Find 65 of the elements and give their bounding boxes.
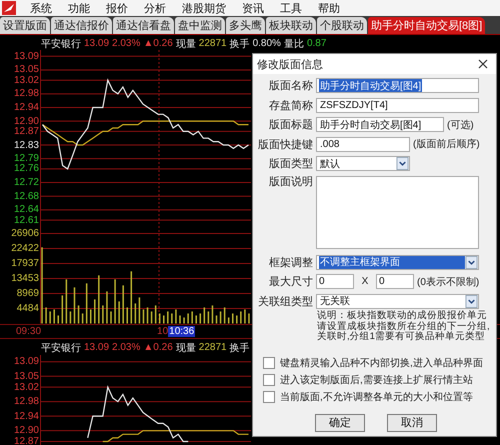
- axis-label: 13453: [11, 272, 39, 286]
- axis-label: 13.09: [14, 50, 39, 63]
- quote-text: 13.09: [84, 342, 110, 354]
- axis-label: 12.90: [14, 424, 39, 437]
- quote-text: 0.87: [306, 38, 326, 49]
- axis-label: 13.02: [14, 380, 39, 394]
- quote-text: 平安银行: [41, 38, 81, 50]
- field-label: 最大尺寸: [268, 275, 313, 290]
- field-label: 框架调整: [268, 256, 313, 270]
- quote-text: 22871: [198, 342, 227, 354]
- axis-label: 12.98: [14, 87, 39, 100]
- field-label: 存盘简称: [268, 98, 313, 113]
- axis-label: 12.76: [14, 162, 39, 176]
- axis-label: 22422: [11, 242, 39, 256]
- quote-text: 量比: [284, 38, 304, 50]
- note-text: 说明：板块指数联动的成份股报价单元 请设置成板块指数所在分组的下一分组, 关联时,分组1需要有可换品种单元类型: [317, 311, 490, 342]
- hint-text: (版面前后顺序): [413, 138, 480, 152]
- axis-label: 13.09: [14, 355, 39, 368]
- quote-text: 2.03%: [112, 342, 140, 354]
- axis-label: 12.90: [14, 114, 39, 127]
- quote-text: 换手: [230, 38, 250, 50]
- axis-label: 26906: [11, 227, 39, 240]
- axis-label: 12.87: [14, 434, 39, 445]
- axis-label: 12.98: [14, 395, 39, 408]
- field-label: 版面类型: [268, 157, 313, 172]
- axis-label: 17937: [11, 257, 39, 270]
- quote-text: 换手: [230, 342, 250, 355]
- quote-text: ▲0.26: [143, 342, 173, 354]
- quote-text: 现量: [176, 342, 196, 355]
- axis-label: 12.64: [14, 203, 39, 216]
- quote-text: 22871: [198, 38, 227, 49]
- hint-text: (0表示不限制): [417, 276, 480, 289]
- quote-text: 0.80%: [252, 38, 281, 49]
- axis-label: 13.05: [14, 63, 39, 76]
- hint-text: (可选): [447, 118, 474, 132]
- quote-text: 平安银行: [41, 342, 81, 355]
- quote-text: 现量: [176, 38, 196, 50]
- field-label: 版面说明: [268, 174, 313, 188]
- axis-label: 12.94: [14, 100, 39, 114]
- checkbox-label: 当前版面,不允许调整各单元的大小和位置等: [280, 390, 473, 404]
- axis-label: 12.94: [14, 410, 39, 423]
- axis-label: 12.68: [14, 190, 39, 203]
- time-label: 09:30: [16, 326, 42, 337]
- axis-label: 13.05: [14, 370, 39, 383]
- quote-text: 2.03%: [112, 38, 140, 49]
- axis-label: 12.61: [14, 214, 39, 227]
- field-label: 关联组类型: [257, 294, 313, 309]
- quote-text: 13.09: [84, 38, 110, 49]
- field-label: 版面标题: [268, 118, 313, 132]
- field-label: 版面快捷键: [257, 138, 313, 152]
- axis-label: 12.79: [14, 152, 39, 164]
- checkbox-label: 进入该定制版面后,需要连接上扩展行情主站: [280, 374, 473, 387]
- cursor-time-label: 10:36: [168, 326, 196, 337]
- axis-label: 8969: [16, 287, 39, 300]
- axis-label: 12.87: [14, 124, 39, 138]
- time-label: 10: [157, 326, 168, 337]
- quote-text: ▲0.26: [143, 38, 173, 49]
- checkbox-label: 键盘精灵输入品种不内部切换,进入单品种界面: [280, 356, 483, 370]
- axis-label: 13.02: [14, 74, 39, 87]
- dialog-title: 修改版面信息: [257, 58, 323, 72]
- separator-text: X: [360, 276, 370, 288]
- axis-label: 12.83: [14, 138, 39, 152]
- field-label: 版面名称: [268, 79, 313, 94]
- axis-label: 12.72: [14, 176, 39, 190]
- axis-label: 4484: [16, 302, 39, 316]
